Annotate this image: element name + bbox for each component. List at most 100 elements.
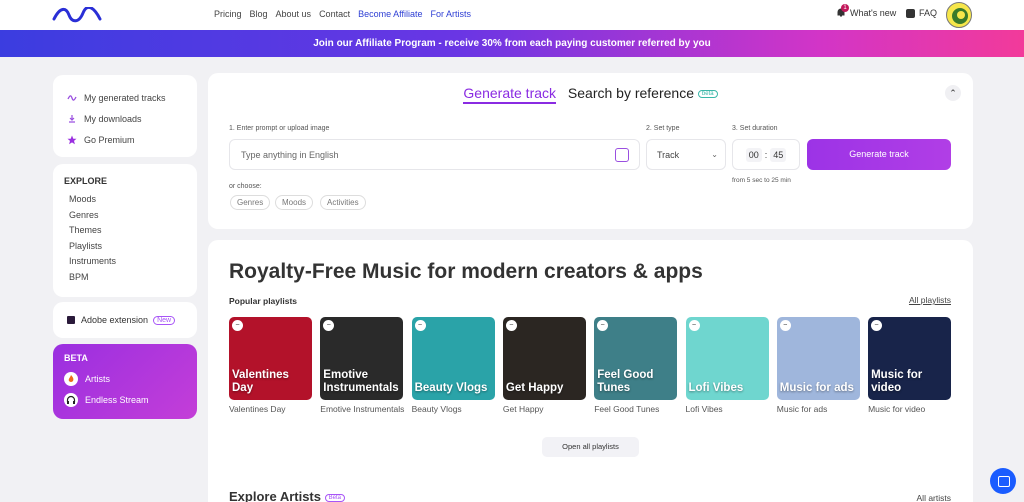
- notification-badge: 1: [841, 4, 849, 12]
- sidebar-item-label: My generated tracks: [84, 92, 166, 103]
- playlist-caption[interactable]: Music for video: [868, 403, 958, 415]
- type-label: 2. Set type: [646, 125, 680, 132]
- sidebar-item-artists[interactable]: Artists: [64, 368, 186, 389]
- chevron-down-icon: ⌄: [711, 150, 718, 159]
- wave-icon: ~: [688, 320, 700, 331]
- all-playlists-link[interactable]: All playlists: [909, 295, 951, 305]
- duration-seconds[interactable]: 45: [770, 147, 787, 162]
- generate-track-button[interactable]: Generate track: [807, 139, 951, 170]
- star-icon: [67, 135, 77, 144]
- download-icon: [69, 114, 75, 123]
- adobe-icon: [67, 316, 75, 324]
- playlist-caption[interactable]: Music for ads: [777, 403, 867, 415]
- wave-icon: ~: [871, 320, 883, 331]
- type-select[interactable]: Track ⌄: [646, 139, 726, 170]
- sidebar-item-genres[interactable]: Genres: [64, 208, 186, 224]
- avatar[interactable]: [946, 2, 972, 28]
- fire-icon: [64, 371, 78, 386]
- chip-genres[interactable]: Genres: [230, 195, 271, 210]
- generate-tabs: Generate track Search by reference beta: [208, 85, 973, 104]
- whats-new-button[interactable]: 1 What's new: [836, 4, 897, 18]
- tab-search-by-reference[interactable]: Search by reference: [568, 85, 694, 101]
- playlist-tile[interactable]: ~ Get Happy: [502, 317, 586, 400]
- prompt-placeholder: Type anything in English: [241, 150, 339, 160]
- wave-icon: ~: [779, 320, 791, 331]
- whats-new-label: What's new: [850, 8, 897, 18]
- playlist-tile-title: Valentines Day: [232, 369, 289, 394]
- wave-icon: ~: [323, 320, 335, 331]
- sidebar-user-menu: My generated tracks My downloads Go Prem…: [53, 75, 197, 157]
- chevron-up-icon[interactable]: ⌃: [945, 85, 961, 101]
- sidebar-item-downloads[interactable]: My downloads: [67, 108, 183, 129]
- playlist-tile[interactable]: ~ Lofi Vibes: [685, 317, 769, 400]
- playlist-tile-title: Beauty Vlogs: [414, 382, 488, 394]
- nav-contact[interactable]: Contact: [319, 9, 350, 19]
- faq-icon: [906, 8, 915, 18]
- playlist-caption[interactable]: Valentines Day: [229, 403, 319, 415]
- all-artists-link[interactable]: All artists: [917, 493, 951, 502]
- new-badge: New: [153, 315, 176, 325]
- nav-artists[interactable]: For Artists: [430, 9, 471, 19]
- wave-icon: ~: [232, 320, 243, 331]
- beta-badge: beta: [697, 90, 718, 99]
- top-nav: Pricing Blog About us Contact Become Aff…: [0, 0, 1024, 30]
- prompt-input[interactable]: Type anything in English: [229, 139, 640, 170]
- chip-moods[interactable]: Moods: [275, 195, 314, 210]
- sidebar-explore: EXPLORE Moods Genres Themes Playlists In…: [53, 164, 197, 297]
- adobe-extension-link[interactable]: Adobe extension New: [53, 302, 197, 338]
- faq-button[interactable]: FAQ: [906, 8, 937, 18]
- sidebar-item-themes[interactable]: Themes: [64, 223, 186, 239]
- sidebar-item-generated[interactable]: My generated tracks: [67, 87, 183, 108]
- sidebar-item-playlists[interactable]: Playlists: [64, 239, 186, 255]
- type-value: Track: [657, 150, 680, 160]
- adobe-extension-label: Adobe extension: [81, 315, 149, 325]
- affiliate-banner[interactable]: Join our Affiliate Program - receive 30%…: [0, 30, 1024, 57]
- playlist-tile[interactable]: ~ Music for ads: [776, 317, 860, 400]
- playlist-tile[interactable]: ~ Valentines Day: [229, 317, 312, 400]
- playlist-tile-title: Emotive Instrumentals: [323, 369, 399, 394]
- playlist-tile[interactable]: ~ Music for video: [868, 317, 952, 400]
- duration-input[interactable]: 00 : 45: [732, 139, 800, 170]
- bell-icon: 1: [836, 4, 849, 18]
- playlist-tile[interactable]: ~ Emotive Instrumentals: [320, 317, 404, 400]
- nav-links: Pricing Blog About us Contact Become Aff…: [214, 9, 471, 19]
- playlist-tile[interactable]: ~ Feel Good Tunes: [594, 317, 678, 400]
- sidebar-item-label: Go Premium: [84, 134, 135, 145]
- playlist-caption[interactable]: Lofi Vibes: [686, 403, 776, 415]
- chat-icon[interactable]: [990, 468, 1016, 494]
- playlist-caption[interactable]: Beauty Vlogs: [412, 403, 502, 415]
- duration-minutes[interactable]: 00: [745, 147, 762, 162]
- or-choose-label: or choose:: [229, 183, 262, 190]
- playlist-caption[interactable]: Emotive Instrumentals: [320, 403, 410, 415]
- playlist-tile-title: Feel Good Tunes: [597, 369, 654, 394]
- sidebar-item-instruments[interactable]: Instruments: [64, 254, 186, 270]
- sidebar-item-bpm[interactable]: BPM: [64, 270, 186, 286]
- playlist-tile-title: Music for video: [871, 369, 923, 394]
- headphones-icon: [64, 392, 78, 407]
- nav-blog[interactable]: Blog: [250, 9, 268, 19]
- sidebar-item-endless-stream[interactable]: Endless Stream: [64, 389, 186, 410]
- playlist-caption[interactable]: Feel Good Tunes: [594, 403, 684, 415]
- sidebar-beta: BETA Artists Endless Stream: [53, 344, 197, 419]
- logo-icon[interactable]: [52, 7, 102, 23]
- sidebar-item-label: Endless Stream: [85, 394, 149, 405]
- duration-label: 3. Set duration: [732, 125, 778, 132]
- image-upload-icon[interactable]: [615, 148, 629, 162]
- nav-affiliate[interactable]: Become Affiliate: [358, 9, 422, 19]
- nav-pricing[interactable]: Pricing: [214, 9, 242, 19]
- playlist-tile[interactable]: ~ Beauty Vlogs: [411, 317, 495, 400]
- open-all-playlists-button[interactable]: Open all playlists: [542, 437, 639, 457]
- sidebar-item-moods[interactable]: Moods: [64, 192, 186, 208]
- explore-artists-label: Explore Artists: [229, 489, 321, 502]
- playlist-tile-title: Get Happy: [505, 382, 564, 394]
- page-title: Royalty-Free Music for modern creators &…: [229, 260, 703, 283]
- beta-title: BETA: [64, 353, 88, 363]
- explore-artists-title: Explore Artists Beta: [229, 489, 345, 502]
- main-content: Royalty-Free Music for modern creators &…: [208, 240, 973, 502]
- playlist-caption[interactable]: Get Happy: [503, 403, 593, 415]
- chip-activities[interactable]: Activities: [320, 195, 366, 210]
- tab-generate-track[interactable]: Generate track: [463, 85, 557, 104]
- wave-icon: [67, 94, 77, 101]
- sidebar-item-premium[interactable]: Go Premium: [67, 129, 183, 150]
- nav-about[interactable]: About us: [276, 9, 312, 19]
